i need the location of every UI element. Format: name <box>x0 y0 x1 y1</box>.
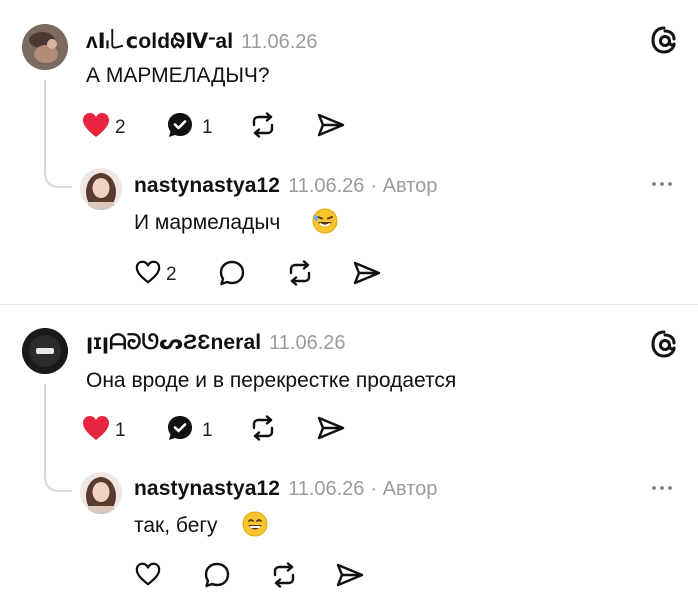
comment-username[interactable]: ꞁɪꞁᗩᘒᘎᔕƧƐneral <box>86 330 261 355</box>
reply-username[interactable]: nastynastya12 <box>134 174 280 198</box>
repost-button[interactable] <box>249 112 277 143</box>
reply-date: 11.06.26 <box>288 175 365 197</box>
send-icon <box>316 112 346 143</box>
reply-button[interactable] <box>203 561 231 594</box>
avatar[interactable] <box>80 472 122 514</box>
repost-icon <box>249 415 277 446</box>
repost-icon <box>286 260 314 291</box>
share-button[interactable] <box>316 415 346 446</box>
repost-button[interactable] <box>286 260 314 291</box>
send-icon <box>335 562 365 593</box>
comment-text: А МАРМЕЛАДЫЧ? <box>86 64 270 87</box>
threads-icon[interactable] <box>649 25 679 55</box>
reply-bubble-filled-icon <box>166 414 194 447</box>
repost-button[interactable] <box>249 415 277 446</box>
send-icon <box>352 260 382 291</box>
heart-outline-icon <box>134 561 162 592</box>
more-options-icon[interactable] <box>652 486 672 490</box>
like-button[interactable] <box>134 561 166 592</box>
author-tag: · Автор <box>370 175 438 197</box>
reply-bubble-icon <box>218 259 246 292</box>
reply-text: так, бегу <box>134 514 218 537</box>
rofl-emoji <box>312 208 338 234</box>
reply-bubble-filled-icon <box>166 111 194 144</box>
share-button[interactable] <box>335 562 365 593</box>
like-button[interactable]: 2 <box>81 111 126 144</box>
thread-connector <box>44 384 72 492</box>
comment-date: 11.06.26 <box>269 332 346 354</box>
reply-button[interactable]: 1 <box>166 111 213 144</box>
reply-date: 11.06.26 <box>288 478 365 500</box>
thread-connector <box>44 80 72 188</box>
avatar[interactable] <box>22 24 68 70</box>
repost-button[interactable] <box>270 562 298 593</box>
reply-count: 1 <box>202 116 213 138</box>
send-icon <box>316 415 346 446</box>
avatar[interactable] <box>22 328 68 374</box>
reply-text: И мармеладыч <box>134 211 281 234</box>
threads-icon[interactable] <box>649 329 679 359</box>
comment-date: 11.06.26 <box>241 31 318 53</box>
reply-count: 1 <box>202 419 213 441</box>
author-tag: · Автор <box>370 478 438 500</box>
avatar[interactable] <box>80 168 122 210</box>
like-count: 2 <box>166 263 177 285</box>
share-button[interactable] <box>352 260 382 291</box>
like-button[interactable]: 2 <box>134 259 177 290</box>
grin-emoji <box>242 511 268 537</box>
more-options-icon[interactable] <box>652 182 672 186</box>
repost-icon <box>270 562 298 593</box>
like-count: 2 <box>115 116 126 138</box>
reply-button[interactable] <box>218 259 246 292</box>
repost-icon <box>249 112 277 143</box>
heart-filled-icon <box>81 111 111 144</box>
share-button[interactable] <box>316 112 346 143</box>
divider <box>0 304 698 305</box>
comment-text: Она вроде и в перекрестке продается <box>86 369 457 392</box>
reply-bubble-icon <box>203 561 231 594</box>
heart-outline-icon <box>134 259 162 290</box>
reply-button[interactable]: 1 <box>166 414 213 447</box>
heart-filled-icon <box>81 414 111 447</box>
like-button[interactable]: 1 <box>81 414 126 447</box>
like-count: 1 <box>115 419 126 441</box>
reply-username[interactable]: nastynastya12 <box>134 477 280 501</box>
comment-username[interactable]: ᴧⅠ៲꒒ⅽoldᱷⅣᱼal <box>86 26 233 55</box>
